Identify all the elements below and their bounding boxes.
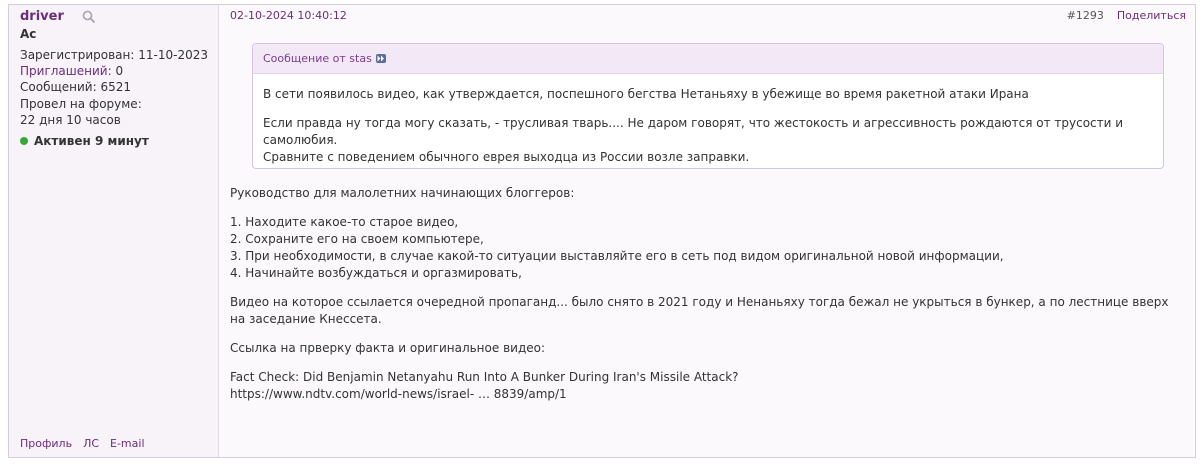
post-text: Руководство для малолетних начинающих бл… (230, 185, 1180, 415)
link-intro: Ссылка на прверку факта и оригинальное в… (230, 341, 546, 355)
quote-body: В сети появилось видео, как утверждается… (253, 74, 1163, 166)
step-item: 3. При необходимости, в случае какой-то … (230, 249, 1004, 263)
step-item: 2. Сохраните его на своем компьютере, (230, 232, 484, 246)
forum-time-label: Провел на форуме: (20, 97, 142, 111)
forum-post: driver Ас Зарегистрирован: 11-10-2023 Пр… (8, 4, 1196, 458)
author-rank: Ас (20, 27, 37, 41)
online-status-text: Активен 9 минут (34, 134, 149, 148)
online-dot-icon (20, 137, 28, 145)
search-icon[interactable] (82, 10, 96, 24)
author-messages: Сообщений: 6521 (20, 80, 131, 94)
article-title: Fact Check: Did Benjamin Netanyahu Run I… (230, 370, 739, 384)
post-intro: Руководство для малолетних начинающих бл… (230, 186, 575, 200)
article-link[interactable]: https://www.ndtv.com/world-news/israel- … (230, 387, 567, 401)
author-sidebar: driver Ас Зарегистрирован: 11-10-2023 Пр… (9, 5, 219, 457)
step-item: 4. Начинайте возбуждаться и оргазмироват… (230, 266, 522, 280)
invites-link[interactable]: Приглашений: (20, 64, 112, 78)
author-registered: Зарегистрирован: 11-10-2023 (20, 48, 208, 62)
quote-paragraph: Если правда ну тогда могу сказать, - тру… (263, 115, 1153, 166)
author-name[interactable]: driver (20, 9, 64, 24)
quote-box: Сообщение от stas В сети появилось видео… (252, 43, 1164, 169)
jump-to-post-icon[interactable] (375, 54, 386, 63)
quote-line: Если правда ну тогда могу сказать, - тру… (263, 116, 1124, 147)
private-message-link[interactable]: ЛС (83, 437, 99, 450)
article-block: Fact Check: Did Benjamin Netanyahu Run I… (230, 369, 1180, 403)
forum-time-value: 22 дня 10 часов (20, 113, 121, 127)
video-note: Видео на которое ссылается очередной про… (230, 295, 1169, 326)
author-links: Профиль ЛС E-mail (20, 437, 145, 450)
post-meta: #1293 Поделиться (1067, 9, 1186, 22)
post-content: 02-10-2024 10:40:12 #1293 Поделиться Соо… (230, 5, 1192, 457)
quote-header: Сообщение от stas (253, 44, 1163, 74)
profile-link[interactable]: Профиль (20, 437, 72, 450)
post-date-link[interactable]: 02-10-2024 10:40:12 (230, 9, 347, 22)
step-item: 1. Находите какое-то старое видео, (230, 215, 459, 229)
quote-author: Сообщение от stas (263, 52, 372, 65)
author-name-row: driver (20, 9, 96, 24)
author-invites: Приглашений: 0 (20, 64, 123, 78)
post-number-link[interactable]: #1293 (1067, 9, 1104, 22)
steps-list: 1. Находите какое-то старое видео, 2. Со… (230, 214, 1180, 282)
share-link[interactable]: Поделиться (1117, 9, 1186, 22)
online-status: Активен 9 минут (20, 134, 149, 148)
email-link[interactable]: E-mail (110, 437, 145, 450)
quote-line: Сравните с поведением обычного еврея вых… (263, 150, 750, 164)
invites-count: 0 (115, 64, 124, 78)
quote-paragraph: В сети появилось видео, как утверждается… (263, 87, 1029, 101)
